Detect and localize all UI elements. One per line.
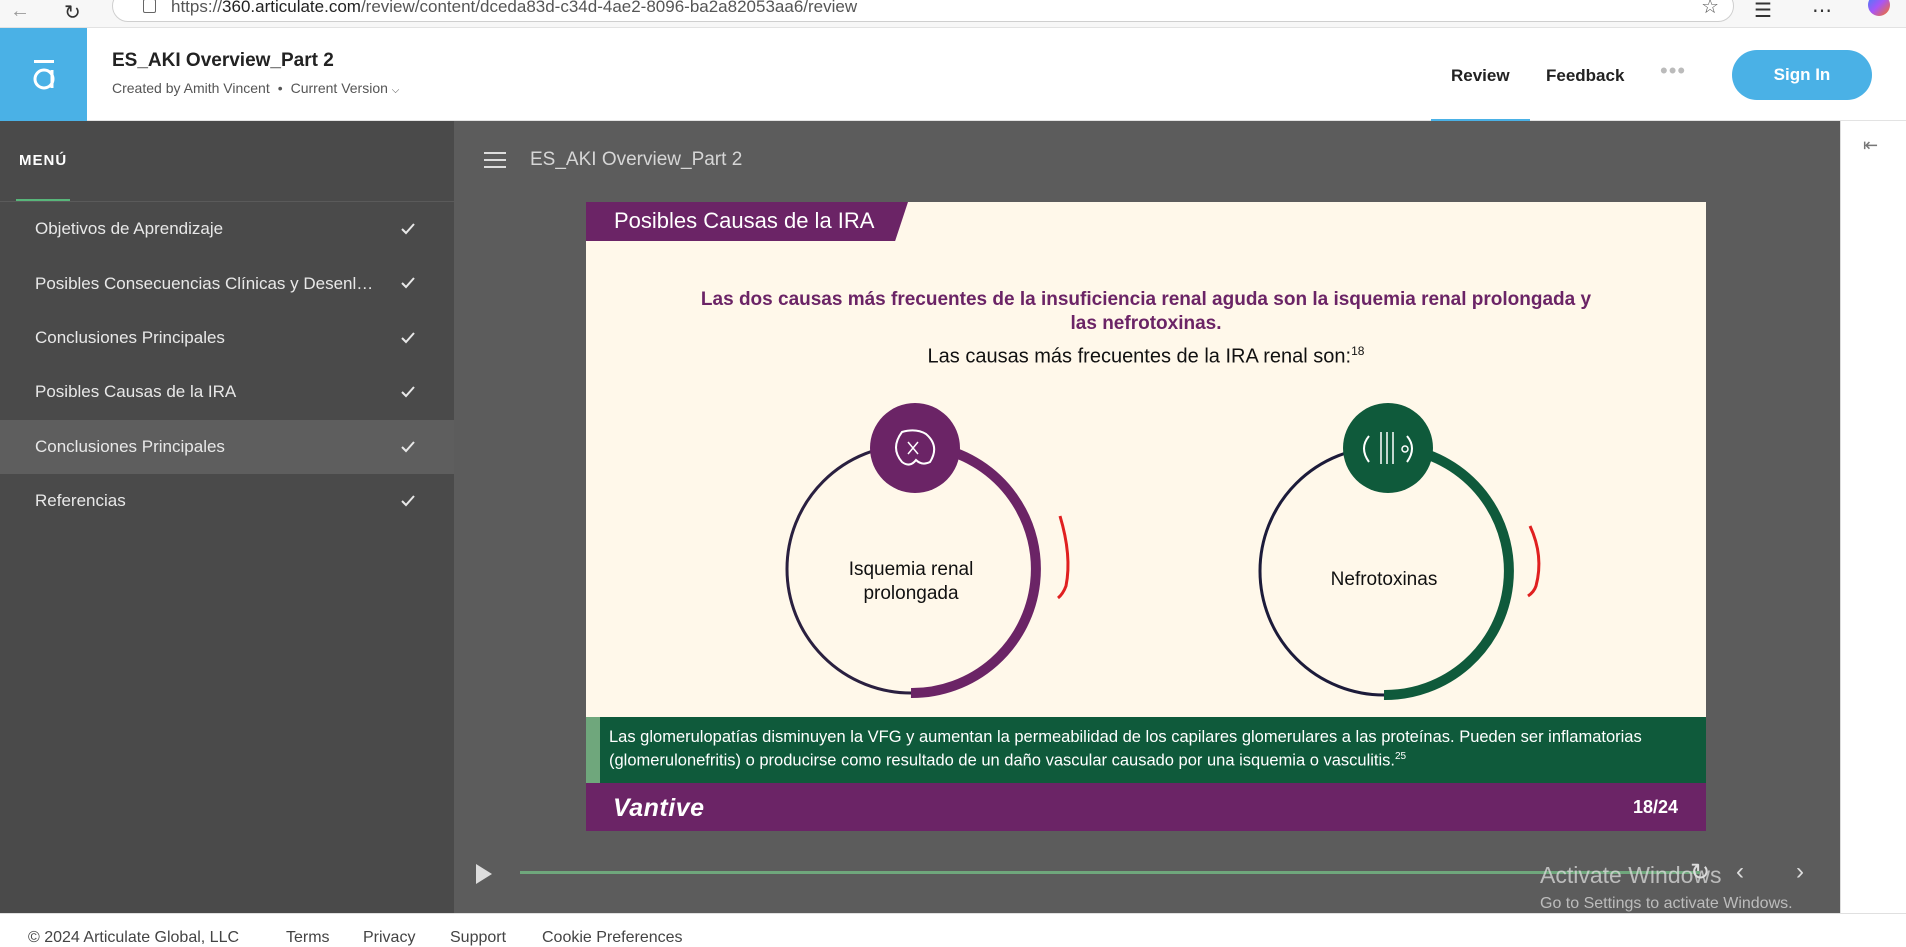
url-text[interactable]: https://360.articulate.com/review/conten… [171,0,857,17]
menu-item[interactable]: Referencias [0,474,454,528]
progress-bar[interactable] [520,871,1700,874]
note-body: Las glomerulopatías disminuyen la VFG y … [609,728,1642,770]
menu-item-label: Conclusiones Principales [35,327,225,347]
check-icon [401,386,415,398]
red-annotation-mark [1527,525,1541,598]
footer-link-terms[interactable]: Terms [286,929,330,947]
app-header: ES_AKI Overview_Part 2 Created by Amith … [0,28,1906,122]
more-options-icon[interactable]: ••• [1660,58,1686,84]
cause-label-ischemia: Isquemia renal prolongada [806,558,1016,606]
activation-watermark-subtitle: Go to Settings to activate Windows. [1540,895,1793,912]
next-slide-icon[interactable]: › [1796,858,1804,886]
favorites-list-icon[interactable]: ☰ [1754,0,1772,23]
slide-lead-text: Las dos causas más frecuentes de la insu… [700,289,1592,334]
separator-dot: • [277,80,283,96]
url-path: /review/content/dceda83d-c34d-4ae2-8096-… [360,0,858,16]
sign-in-button[interactable]: Sign In [1732,50,1872,100]
address-bar[interactable]: https://360.articulate.com/review/conten… [112,0,1734,22]
slide-page-number: 18/24 [1632,797,1678,817]
menu-item[interactable]: Conclusiones Principales [0,311,454,365]
slide-subtitle: Las causas más frecuentes de la IRA rena… [686,344,1606,369]
slide-title: Posibles Causas de la IRA [614,208,875,233]
footer-link-privacy[interactable]: Privacy [363,929,415,947]
menu-item-label: Conclusiones Principales [35,436,225,456]
tab-feedback[interactable]: Feedback [1546,66,1624,86]
course-menu-sidebar: MENÚ Objetivos de Aprendizaje Posibles C… [0,121,454,913]
menu-item-current[interactable]: Conclusiones Principales [0,419,454,474]
nephrotoxins-cause-graphic [1258,403,1514,701]
created-by: Created by Amith Vincent [112,80,270,96]
check-icon [401,332,415,344]
activation-watermark-title: Activate Windows [1540,862,1722,888]
menu-item-label: Objetivos de Aprendizaje [35,219,224,239]
check-icon [401,495,415,507]
footer-link-cookie-preferences[interactable]: Cookie Preferences [542,929,683,947]
menu-item[interactable]: Objetivos de Aprendizaje [0,202,454,256]
collapse-panel-icon[interactable]: ⇤ [1863,135,1878,156]
menu-item[interactable]: Posibles Consecuencias Clínicas y Desenl… [0,256,454,310]
note-accent-bar [586,717,600,783]
course-title: ES_AKI Overview_Part 2 [112,50,334,71]
slide-footer: Vantive 18/24 [586,783,1706,831]
play-icon[interactable] [476,864,492,884]
note-text: Las glomerulopatías disminuyen la VFG y … [609,727,1689,771]
menu-item-label: Posibles Consecuencias Clínicas y Desenl… [35,273,381,293]
ischemia-cause-graphic [785,403,1041,699]
page-footer: © 2024 Articulate Global, LLC Terms Priv… [0,913,1906,947]
course-meta: Created by Amith Vincent • Current Version… [112,80,399,96]
previous-slide-icon[interactable]: ‹ [1736,858,1744,886]
red-annotation-mark [1057,515,1070,600]
menu-item-label: Posibles Causas de la IRA [35,382,237,402]
check-icon [401,277,415,289]
menu-toggle-icon[interactable] [484,152,506,168]
back-arrow-icon[interactable]: ← [10,0,30,23]
comments-rail: ⇤ [1840,121,1906,913]
copilot-icon[interactable] [1868,0,1890,16]
url-prefix: https:// [171,0,223,16]
menu-item-label: Referencias [35,491,126,511]
footer-link-support[interactable]: Support [450,929,506,947]
reload-icon[interactable]: ↻ [64,0,81,25]
articulate-logo-icon [33,59,54,89]
slide: Posibles Causas de la IRA Las dos causas… [586,202,1706,831]
tab-review[interactable]: Review [1431,66,1530,122]
slide-subtitle-text: Las causas más frecuentes de la IRA rena… [927,345,1352,368]
cause-label-line: Isquemia renal [848,559,974,580]
menu-heading: MENÚ [19,152,68,169]
articulate-logo[interactable] [0,28,87,121]
note-reference: 25 [1395,751,1407,762]
check-icon [401,440,415,453]
vantive-logo: Vantive [613,794,705,822]
browser-toolbar: ← ↻ https://360.articulate.com/review/co… [0,0,1906,28]
url-domain: 360.articulate.com [222,0,361,16]
cause-label-line: prolongada [863,583,959,604]
site-info-icon[interactable] [143,0,156,13]
version-dropdown[interactable]: Current Version ⌵ [291,80,400,96]
player-title: ES_AKI Overview_Part 2 [530,149,743,170]
copyright: © 2024 Articulate Global, LLC [28,929,240,946]
favorite-star-icon[interactable]: ☆ [1701,0,1719,19]
version-label: Current Version [290,80,388,96]
cause-label-nephrotoxins: Nefrotoxinas [1330,569,1438,590]
menu-item[interactable]: Posibles Causas de la IRA [0,365,454,419]
subtitle-reference: 18 [1351,344,1365,358]
chevron-down-icon: ⌵ [391,85,400,96]
menu-list: Objetivos de Aprendizaje Posibles Consec… [0,202,454,528]
check-icon [401,223,415,235]
browser-menu-icon[interactable]: ⋯ [1812,0,1832,23]
